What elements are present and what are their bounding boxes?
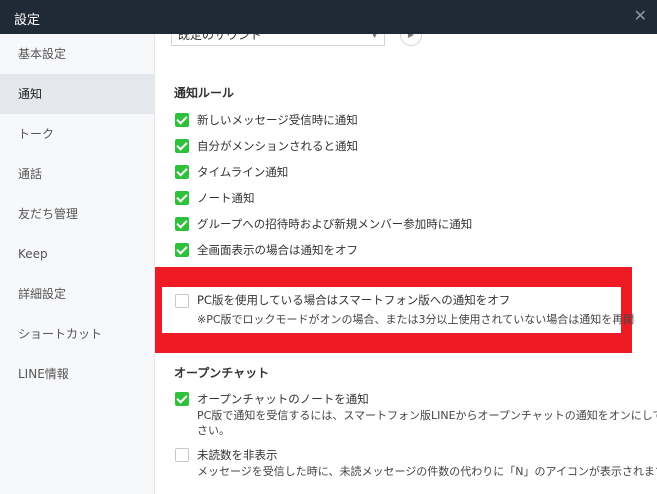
sidebar-item-friends[interactable]: 友だち管理 (0, 194, 154, 234)
checkbox-unchecked-icon[interactable] (175, 448, 189, 462)
sidebar-item-notifications[interactable]: 通知 (0, 74, 154, 114)
close-icon[interactable]: ✕ (634, 6, 647, 26)
sidebar: 基本設定 通知 トーク 通話 友だち管理 Keep 詳細設定 ショートカット L… (0, 34, 155, 494)
rule-label: 自分がメンションされると通知 (197, 139, 358, 153)
openchat-note-desc: PC版で通知を受信するには、スマートフォン版LINEからオープンチャットの通知を… (197, 409, 657, 422)
chevron-down-icon: ▼ (371, 34, 378, 40)
sidebar-item-advanced[interactable]: 詳細設定 (0, 274, 154, 314)
checkbox-checked-icon[interactable] (175, 165, 189, 179)
pc-option-panel: PC版を使用している場合はスマートフォン版への通知をオフ ※PC版でロックモード… (162, 287, 634, 333)
highlight-box: PC版を使用している場合はスマートフォン版への通知をオフ ※PC版でロックモード… (155, 267, 634, 353)
checkbox-checked-icon[interactable] (175, 392, 189, 406)
checkbox-checked-icon[interactable] (175, 191, 189, 205)
window-title: 設定 (14, 13, 41, 28)
sidebar-item-talk[interactable]: トーク (0, 114, 154, 154)
checkbox-checked-icon[interactable] (175, 113, 189, 127)
play-icon: ▶ (407, 34, 415, 39)
open-chat-title: オープンチャット (174, 366, 270, 380)
sidebar-item-basic[interactable]: 基本設定 (0, 34, 154, 74)
sidebar-item-line-info[interactable]: LINE情報 (0, 354, 154, 394)
rule-label: 新しいメッセージ受信時に通知 (197, 113, 358, 127)
pc-option-note: ※PC版でロックモードがオンの場合、または3分以上使用されていない場合は通知を再… (197, 313, 635, 326)
rule-label: ノート通知 (197, 191, 255, 205)
notification-rules-title: 通知ルール (174, 86, 235, 100)
openchat-note-label: オープンチャットのノートを通知 (197, 392, 369, 406)
rule-label: グループへの招待時および新規メンバー参加時に通知 (197, 217, 473, 231)
checkbox-unchecked-icon[interactable] (175, 294, 189, 308)
sound-select[interactable]: 既定のサウンド ▼ (171, 34, 385, 46)
sidebar-item-shortcuts[interactable]: ショートカット (0, 314, 154, 354)
play-sound-button[interactable]: ▶ (400, 34, 422, 46)
checkbox-checked-icon[interactable] (175, 243, 189, 257)
openchat-note-desc-cont: さい。 (197, 424, 230, 437)
pc-option-label: PC版を使用している場合はスマートフォン版への通知をオフ (197, 293, 511, 307)
sidebar-item-calls[interactable]: 通話 (0, 154, 154, 194)
checkbox-checked-icon[interactable] (175, 139, 189, 153)
checkbox-checked-icon[interactable] (175, 217, 189, 231)
sidebar-item-keep[interactable]: Keep (0, 234, 154, 274)
hide-unread-label: 未読数を非表示 (197, 448, 278, 462)
hide-unread-desc: メッセージを受信した時に、未読メッセージの件数の代わりに「N」のアイコンが表示さ… (197, 465, 657, 478)
rule-label: タイムライン通知 (197, 165, 289, 179)
title-bar: 設定 ✕ (0, 0, 657, 34)
rule-label: 全画面表示の場合は通知をオフ (197, 243, 358, 257)
sound-select-value: 既定のサウンド (178, 34, 263, 42)
settings-content: 既定のサウンド ▼ ▶ 通知ルール 新しいメッセージ受信時に通知 自分がメンショ… (155, 34, 657, 494)
